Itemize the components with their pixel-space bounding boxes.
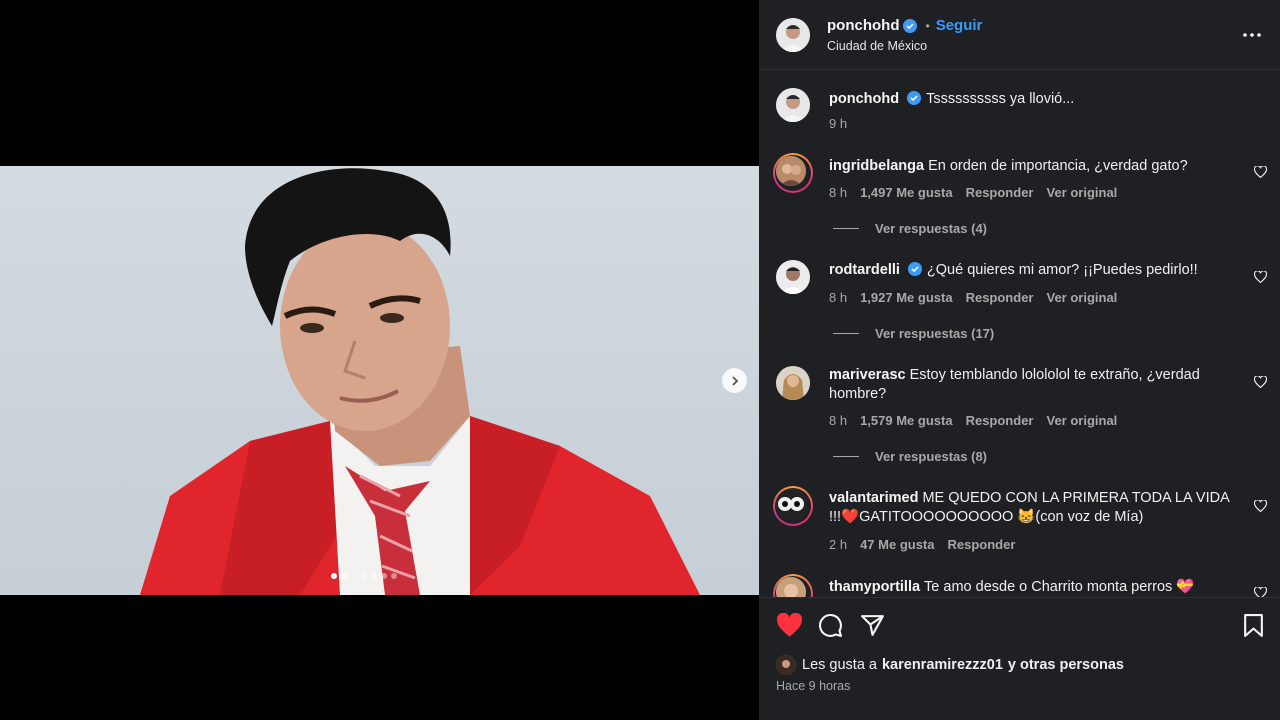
comment-likes[interactable]: 1,497 Me gusta <box>860 185 953 200</box>
likes-others[interactable]: y otras personas <box>1008 657 1124 673</box>
comment: thamyportilla Te amo desde o Charrito mon… <box>829 578 1239 597</box>
comment-text: Te amo desde o Charrito monta perros 💝 <box>924 579 1195 595</box>
carousel-indicator <box>331 573 397 579</box>
see-original-button[interactable]: Ver original <box>1046 413 1117 428</box>
heart-icon[interactable] <box>776 613 803 638</box>
view-replies-label: Ver respuestas (8) <box>875 449 988 464</box>
comment-meta: 8 h 1,579 Me gusta Responder Ver origina… <box>829 413 1117 428</box>
bookmark-icon[interactable] <box>1243 613 1264 638</box>
follow-button[interactable]: Seguir <box>936 17 983 34</box>
author-avatar[interactable] <box>776 18 810 52</box>
comment-likes[interactable]: 47 Me gusta <box>860 537 934 552</box>
comment-username[interactable]: mariverasc <box>829 367 906 383</box>
replies-line <box>833 333 859 334</box>
comment-like-heart-icon[interactable] <box>1254 376 1267 388</box>
comment-meta: 8 h 1,927 Me gusta Responder Ver origina… <box>829 290 1117 305</box>
carousel-dot <box>381 573 387 579</box>
verified-badge-icon <box>903 18 918 33</box>
carousel-dot <box>371 573 377 579</box>
comment-avatar[interactable] <box>773 153 813 193</box>
carousel-dot <box>341 573 347 579</box>
next-photo-button[interactable] <box>722 368 747 393</box>
caption-username[interactable]: ponchohd <box>829 91 899 107</box>
comment: ingridbelanga En orden de importancia, ¿v… <box>829 157 1239 176</box>
comment-time: 8 h <box>829 413 848 428</box>
comment-time: 8 h <box>829 185 848 200</box>
chevron-right-icon <box>731 375 738 386</box>
comment-avatar[interactable] <box>773 486 813 526</box>
comment-username[interactable]: ingridbelanga <box>829 158 924 174</box>
comment-username[interactable]: valantarimed <box>829 490 918 506</box>
caption: ponchohd Tssssssssss ya llovió... <box>829 90 1239 109</box>
caption-time: 9 h <box>829 116 848 131</box>
likes-prefix: Les gusta a <box>802 657 877 673</box>
replies-line <box>833 228 859 229</box>
verified-badge-icon <box>907 91 922 105</box>
separator-dot: • <box>925 18 930 33</box>
see-original-button[interactable]: Ver original <box>1046 185 1117 200</box>
view-replies-button[interactable]: Ver respuestas (8) <box>833 449 987 464</box>
reply-button[interactable]: Responder <box>966 185 1034 200</box>
author-username[interactable]: ponchohd <box>827 17 899 34</box>
comment: rodtardelli ¿Qué quieres mi amor? ¡¡Puede… <box>829 261 1239 280</box>
comment-like-heart-icon[interactable] <box>1254 500 1267 512</box>
caption-avatar[interactable] <box>776 88 810 122</box>
post-actions-bar: Les gusta a karenramirezzz01 y otras per… <box>759 597 1280 720</box>
comment-likes[interactable]: 1,927 Me gusta <box>860 290 953 305</box>
view-replies-label: Ver respuestas (17) <box>875 326 995 341</box>
liker-username[interactable]: karenramirezzz01 <box>882 657 1003 673</box>
likes-summary: Les gusta a karenramirezzz01 y otras per… <box>776 655 1124 675</box>
carousel-dot <box>331 573 337 579</box>
comment-meta: 8 h 1,497 Me gusta Responder Ver origina… <box>829 185 1117 200</box>
replies-line <box>833 456 859 457</box>
comment-likes[interactable]: 1,579 Me gusta <box>860 413 953 428</box>
view-replies-button[interactable]: Ver respuestas (17) <box>833 326 994 341</box>
view-replies-label: Ver respuestas (4) <box>875 221 988 236</box>
post-time: Hace 9 horas <box>776 679 851 693</box>
comment-like-heart-icon[interactable] <box>1254 271 1267 283</box>
comment-text: ¿Qué quieres mi amor? ¡¡Puedes pedirlo!! <box>926 262 1198 278</box>
instagram-post-view: ponchohd • Seguir Ciudad de México ponch… <box>0 0 1280 720</box>
comment-icon[interactable] <box>818 613 843 638</box>
liker-avatar[interactable] <box>776 655 796 675</box>
see-original-button[interactable]: Ver original <box>1046 290 1117 305</box>
comment-username[interactable]: rodtardelli <box>829 262 900 278</box>
caption-text: Tssssssssss ya llovió... <box>926 91 1075 107</box>
post-side-panel: ponchohd • Seguir Ciudad de México ponch… <box>759 0 1280 720</box>
comment-avatar[interactable] <box>776 366 810 400</box>
reply-button[interactable]: Responder <box>948 537 1016 552</box>
comment-text: En orden de importancia, ¿verdad gato? <box>928 158 1188 174</box>
comment: valantarimed ME QUEDO CON LA PRIMERA TODA… <box>829 489 1239 527</box>
comment-username[interactable]: thamyportilla <box>829 579 920 595</box>
carousel-dot <box>391 573 397 579</box>
comment-avatar[interactable] <box>776 260 810 294</box>
comment-time: 8 h <box>829 290 848 305</box>
reply-button[interactable]: Responder <box>966 290 1034 305</box>
post-photo <box>0 166 759 595</box>
photo-illustration <box>140 168 700 595</box>
post-location[interactable]: Ciudad de México <box>827 39 927 53</box>
reply-button[interactable]: Responder <box>966 413 1034 428</box>
view-replies-button[interactable]: Ver respuestas (4) <box>833 221 987 236</box>
more-options-icon[interactable] <box>1243 33 1261 37</box>
verified-badge-icon <box>907 262 922 276</box>
comment-like-heart-icon[interactable] <box>1254 166 1267 178</box>
media-pane <box>0 0 759 720</box>
post-header: ponchohd • Seguir Ciudad de México <box>759 0 1280 70</box>
comment: mariverasc Estoy temblando lolololol te e… <box>829 366 1239 404</box>
comment-meta: 2 h 47 Me gusta Responder <box>829 537 1015 552</box>
carousel-dot <box>361 573 367 579</box>
comment-time: 2 h <box>829 537 848 552</box>
header-title-row: ponchohd • Seguir <box>827 17 982 34</box>
send-icon[interactable] <box>860 613 885 638</box>
caption-meta: 9 h <box>829 116 847 131</box>
